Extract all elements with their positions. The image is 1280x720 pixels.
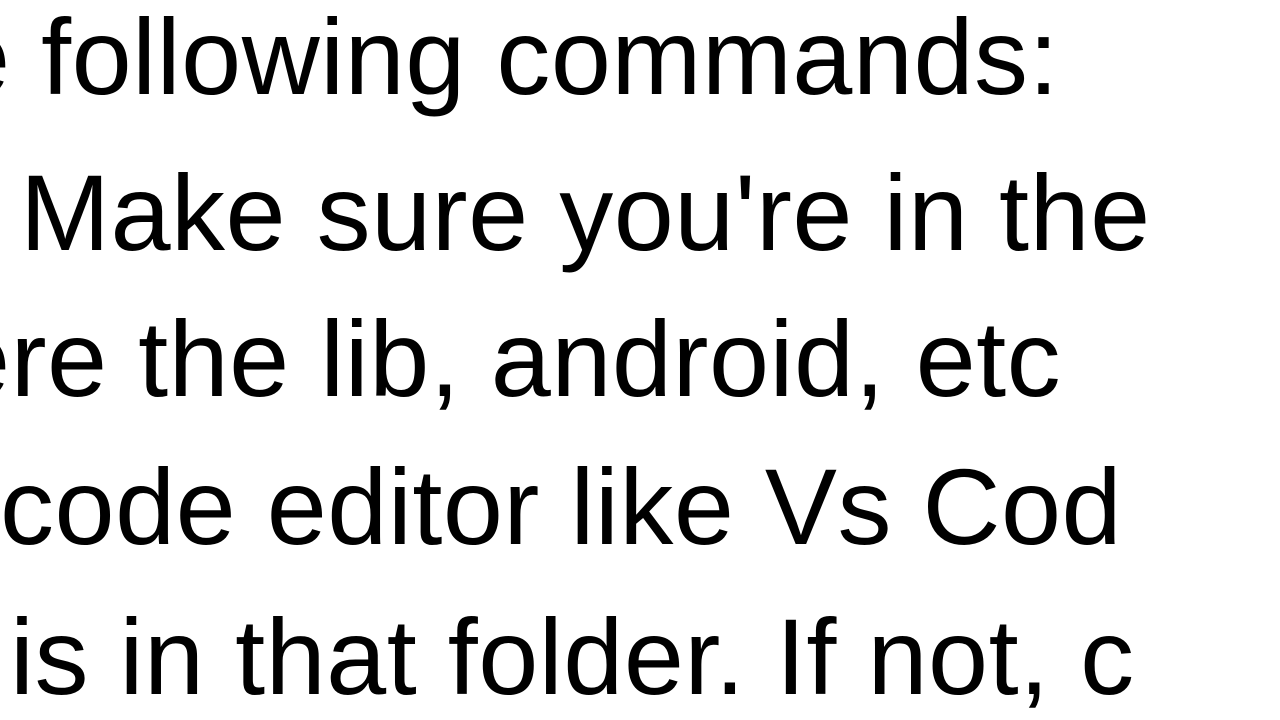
text-line-4: code editor like Vs Cod: [0, 444, 1122, 569]
text-line-1: e following commands:: [0, 0, 1059, 119]
text-line-3: ere the lib, android, etc: [0, 296, 1061, 421]
text-line-2: Make sure you're in the: [20, 150, 1151, 275]
text-line-5: is in that folder. If not, c: [10, 594, 1135, 719]
cropped-text-viewport: e following commands: Make sure you're i…: [0, 0, 1280, 720]
